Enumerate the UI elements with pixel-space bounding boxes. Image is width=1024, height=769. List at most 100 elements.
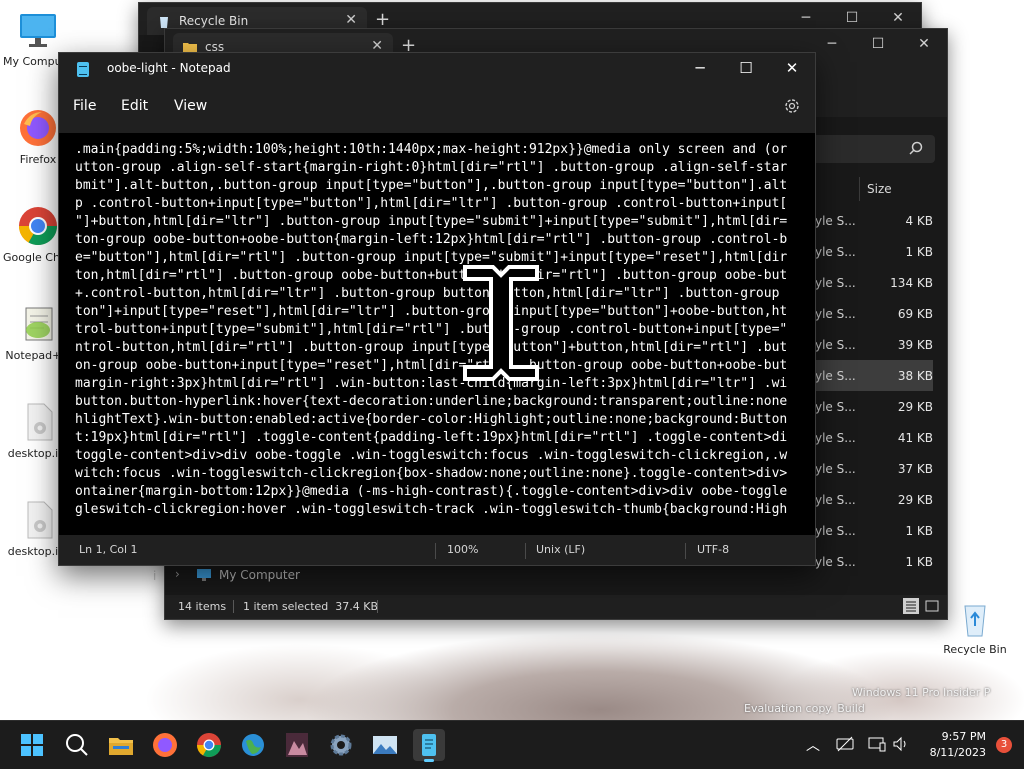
- menu-edit[interactable]: Edit: [121, 98, 148, 114]
- nav-pane-partial-label: i: [153, 569, 157, 583]
- notepad-status-bar: Ln 1, Col 1 100% Unix (LF) UTF-8: [59, 535, 815, 565]
- tray-chevron-up-icon[interactable]: ︿: [806, 735, 820, 755]
- maximize-button[interactable]: ☐: [855, 29, 901, 61]
- tab-close-icon[interactable]: ✕: [345, 12, 357, 28]
- network-icon[interactable]: [836, 736, 854, 756]
- desktop-icon-label: Recycle Bin: [943, 643, 1007, 656]
- file-size: 134 KB: [890, 276, 933, 290]
- photo-icon[interactable]: [281, 729, 313, 761]
- notepad-icon: [77, 62, 89, 77]
- settings-file-icon: [16, 400, 60, 444]
- notepad-editor[interactable]: .main{padding:5%;width:100%;height:10th:…: [59, 133, 815, 535]
- status-selection: 1 item selected 37.4 KB: [243, 600, 379, 613]
- menu-file[interactable]: File: [73, 98, 96, 114]
- start-icon[interactable]: [16, 729, 48, 761]
- table-row[interactable]: yle S... 1 KB: [815, 515, 933, 546]
- file-size: 4 KB: [905, 214, 933, 228]
- search-icon[interactable]: [61, 729, 93, 761]
- monitor-icon: [16, 8, 60, 52]
- chrome-icon[interactable]: [193, 729, 225, 761]
- firefox-icon: [16, 106, 60, 150]
- column-divider: [859, 177, 860, 201]
- file-size: 29 KB: [897, 493, 933, 507]
- monitor-icon: [197, 569, 211, 581]
- notepad-window: oobe-light - Notepad ─ ☐ ✕ File Edit Vie…: [58, 52, 816, 566]
- chevron-right-icon[interactable]: ›: [175, 567, 180, 581]
- close-button[interactable]: ✕: [901, 29, 947, 61]
- file-size: 69 KB: [897, 307, 933, 321]
- table-row[interactable]: yle S... 39 KB: [815, 329, 933, 360]
- clock[interactable]: 9:57 PM 8/11/2023: [930, 729, 986, 761]
- file-size: 38 KB: [897, 369, 933, 383]
- volume-icon[interactable]: [892, 736, 910, 756]
- globe-icon[interactable]: [237, 729, 269, 761]
- table-row[interactable]: yle S... 41 KB: [815, 422, 933, 453]
- status-divider: [233, 600, 234, 613]
- status-divider: [685, 543, 686, 559]
- notepad-menu-bar: File Edit View: [59, 89, 815, 121]
- clock-time: 9:57 PM: [941, 730, 986, 743]
- firefox-icon[interactable]: [149, 729, 181, 761]
- table-row[interactable]: yle S... 29 KB: [815, 391, 933, 422]
- file-type: yle S...: [815, 431, 856, 445]
- file-type: yle S...: [815, 245, 856, 259]
- table-row[interactable]: yle S... 1 KB: [815, 546, 933, 577]
- status-encoding: UTF-8: [697, 543, 730, 556]
- minimize-button[interactable]: ─: [677, 53, 723, 85]
- file-size: 1 KB: [905, 245, 933, 259]
- clock-date: 8/11/2023: [929, 746, 986, 759]
- tiles-view-icon[interactable]: [924, 598, 940, 614]
- status-items-count: 14 items: [178, 600, 227, 613]
- desktop-icon-recycle-bin[interactable]: Recycle Bin: [940, 596, 1010, 656]
- notepad-title: oobe-light - Notepad: [107, 61, 231, 75]
- window-controls: ─ ☐ ✕: [809, 29, 947, 61]
- notification-badge[interactable]: 3: [996, 737, 1012, 753]
- close-button[interactable]: ✕: [769, 53, 815, 85]
- status-divider: [377, 600, 378, 613]
- table-row[interactable]: yle S... 69 KB: [815, 298, 933, 329]
- search-box[interactable]: [801, 135, 935, 163]
- file-type: yle S...: [815, 307, 856, 321]
- taskbar: ︿ 9:57 PM 8/11/2023 3: [0, 720, 1024, 769]
- table-row[interactable]: yle S... 4 KB: [815, 205, 933, 236]
- file-size: 1 KB: [905, 524, 933, 538]
- details-view-icon[interactable]: [903, 598, 919, 614]
- editor-text[interactable]: .main{padding:5%;width:100%;height:10th:…: [75, 141, 801, 519]
- search-icon: [909, 141, 923, 158]
- settings-gear-icon[interactable]: [783, 97, 801, 115]
- file-type: yle S...: [815, 214, 856, 228]
- table-row[interactable]: yle S... 29 KB: [815, 484, 933, 515]
- desktop: My Computer Firefox Google Chrome Notepa…: [0, 0, 1024, 720]
- nav-item-label: My Computer: [219, 568, 300, 582]
- file-size: 41 KB: [897, 431, 933, 445]
- file-type: yle S...: [815, 462, 856, 476]
- table-row[interactable]: yle S... 37 KB: [815, 453, 933, 484]
- tab-label: Recycle Bin: [179, 14, 249, 28]
- table-row-selected[interactable]: yle S... 38 KB: [815, 360, 933, 391]
- file-size: 1 KB: [905, 555, 933, 569]
- file-type: yle S...: [815, 493, 856, 507]
- file-list: yle S... 4 KB yle S... 1 KB yle S... 134 KB…: [815, 205, 933, 577]
- file-size: 37 KB: [897, 462, 933, 476]
- file-type: yle S...: [815, 276, 856, 290]
- table-row[interactable]: yle S... 1 KB: [815, 236, 933, 267]
- windows-watermark-line2: Evaluation copy. Build: [744, 702, 865, 715]
- menu-view[interactable]: View: [174, 98, 207, 114]
- settings-icon[interactable]: [325, 729, 357, 761]
- maximize-button[interactable]: ☐: [723, 53, 769, 85]
- table-row[interactable]: yle S... 134 KB: [815, 267, 933, 298]
- recycle-bin-icon: [953, 596, 997, 640]
- file-explorer-icon[interactable]: [105, 729, 137, 761]
- display-icon[interactable]: [868, 736, 886, 756]
- file-type: yle S...: [815, 338, 856, 352]
- file-type: yle S...: [815, 369, 856, 383]
- file-type: yle S...: [815, 400, 856, 414]
- notepad-icon[interactable]: [413, 729, 445, 762]
- image-viewer-icon[interactable]: [369, 729, 401, 761]
- new-tab-button[interactable]: +: [375, 9, 390, 30]
- status-zoom: 100%: [447, 543, 479, 556]
- file-type: yle S...: [815, 555, 856, 569]
- file-size: 39 KB: [897, 338, 933, 352]
- column-header-size[interactable]: Size: [867, 182, 892, 196]
- recycle-bin-icon: [157, 15, 171, 28]
